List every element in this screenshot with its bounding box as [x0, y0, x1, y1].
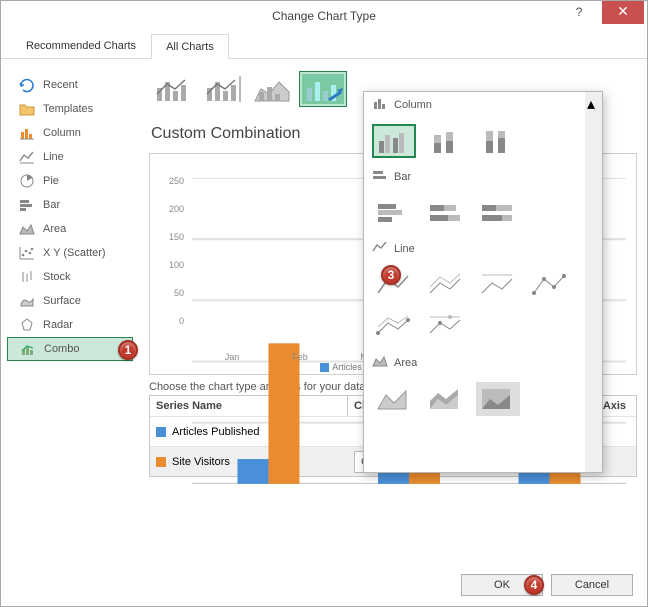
chart-type-100-stacked-line-markers[interactable] — [424, 310, 468, 344]
x-tick: Jan — [212, 352, 252, 362]
chart-type-stacked-area[interactable] — [424, 382, 468, 416]
combo-subtype-1[interactable] — [149, 71, 197, 107]
chart-type-line-markers[interactable] — [528, 268, 572, 302]
category-label: Bar — [394, 171, 411, 183]
chart-category-sidebar: Recent Templates Column Line Pie Bar — [1, 59, 139, 554]
sidebar-item-label: Bar — [43, 199, 60, 211]
y-tick: 150 — [160, 232, 184, 242]
y-tick: 0 — [160, 316, 184, 326]
chart-type-stacked-line-markers[interactable] — [372, 310, 416, 344]
bar-icon — [19, 197, 35, 213]
chart-type-100-stacked-area[interactable] — [476, 382, 520, 416]
dialog-footer: OK 4 Cancel — [461, 574, 633, 596]
cancel-button[interactable]: Cancel — [551, 574, 633, 596]
dropdown-category-area: Area — [364, 350, 602, 376]
annotation-badge-4: 4 — [524, 575, 544, 595]
dropdown-scrollbar[interactable]: ▴ — [585, 92, 602, 472]
chart-type-line[interactable]: 3 — [372, 268, 416, 302]
column-icon — [19, 125, 35, 141]
line-icon — [19, 149, 35, 165]
sidebar-item-label: Surface — [43, 295, 81, 307]
sidebar-item-label: Radar — [43, 319, 73, 331]
sidebar-item-label: Templates — [43, 103, 93, 115]
column-icon — [372, 96, 388, 113]
chart-type-clustered-column[interactable] — [372, 124, 416, 158]
sidebar-item-label: Combo — [44, 343, 79, 355]
combo-icon — [20, 341, 36, 357]
series-color-swatch — [156, 427, 166, 437]
bar-icon — [372, 168, 388, 185]
sidebar-item-area[interactable]: Area — [1, 217, 139, 241]
sidebar-item-templates[interactable]: Templates — [1, 97, 139, 121]
radar-icon — [19, 317, 35, 333]
dropdown-category-bar: Bar — [364, 164, 602, 190]
sidebar-item-bar[interactable]: Bar — [1, 193, 139, 217]
change-chart-type-dialog: Change Chart Type ? ✕ Recommended Charts… — [0, 0, 648, 607]
button-label: Cancel — [575, 579, 609, 591]
area-icon — [19, 221, 35, 237]
button-label: OK — [494, 579, 510, 591]
combo-subtype-custom[interactable] — [299, 71, 347, 107]
y-tick: 200 — [160, 204, 184, 214]
scroll-up-icon: ▴ — [587, 94, 600, 106]
tab-all-charts[interactable]: All Charts — [151, 34, 229, 59]
chart-type-100-stacked-column[interactable] — [476, 124, 520, 158]
chart-type-stacked-line[interactable] — [424, 268, 468, 302]
legend-swatch — [320, 363, 329, 372]
dropdown-category-column: Column — [364, 92, 602, 118]
sidebar-item-stock[interactable]: Stock — [1, 265, 139, 289]
dialog-title: Change Chart Type — [272, 9, 376, 23]
ok-button[interactable]: OK 4 — [461, 574, 543, 596]
sidebar-item-label: Stock — [43, 271, 71, 283]
folder-icon — [19, 101, 35, 117]
chart-type-100-stacked-line[interactable] — [476, 268, 520, 302]
sidebar-item-column[interactable]: Column — [1, 121, 139, 145]
scatter-icon — [19, 245, 35, 261]
y-tick: 50 — [160, 288, 184, 298]
titlebar: Change Chart Type ? ✕ — [1, 1, 647, 31]
close-button[interactable]: ✕ — [602, 1, 644, 24]
category-label: Area — [394, 357, 417, 369]
combo-subtype-2[interactable] — [199, 71, 247, 107]
sidebar-item-surface[interactable]: Surface — [1, 289, 139, 313]
chart-type-area[interactable] — [372, 382, 416, 416]
sidebar-item-line[interactable]: Line — [1, 145, 139, 169]
help-button[interactable]: ? — [559, 1, 599, 26]
sidebar-item-label: Area — [43, 223, 66, 235]
sidebar-item-label: X Y (Scatter) — [43, 247, 106, 259]
sidebar-item-label: Line — [43, 151, 64, 163]
y-tick: 250 — [160, 176, 184, 186]
chart-type-stacked-bar[interactable] — [424, 196, 468, 230]
dropdown-category-line: Line — [364, 236, 602, 262]
annotation-badge-3: 3 — [381, 265, 401, 285]
pie-icon — [19, 173, 35, 189]
sidebar-item-pie[interactable]: Pie — [1, 169, 139, 193]
sidebar-item-label: Pie — [43, 175, 59, 187]
surface-icon — [19, 293, 35, 309]
stock-icon — [19, 269, 35, 285]
chart-type-stacked-column[interactable] — [424, 124, 468, 158]
sidebar-item-scatter[interactable]: X Y (Scatter) — [1, 241, 139, 265]
chart-type-100-stacked-bar[interactable] — [476, 196, 520, 230]
chart-type-clustered-bar[interactable] — [372, 196, 416, 230]
tabs: Recommended Charts All Charts — [1, 31, 647, 59]
sidebar-item-label: Recent — [43, 79, 78, 91]
line-icon — [372, 240, 388, 257]
sidebar-item-label: Column — [43, 127, 81, 139]
combo-subtype-3[interactable] — [249, 71, 297, 107]
recent-icon — [19, 77, 35, 93]
x-tick: Feb — [280, 352, 320, 362]
y-tick: 100 — [160, 260, 184, 270]
category-label: Line — [394, 243, 415, 255]
area-icon — [372, 354, 388, 371]
tab-recommended-charts[interactable]: Recommended Charts — [11, 33, 151, 58]
chart-type-dropdown-panel: Column Bar Line 3 — [363, 91, 603, 473]
annotation-badge-1: 1 — [118, 340, 138, 360]
category-label: Column — [394, 99, 432, 111]
sidebar-item-recent[interactable]: Recent — [1, 73, 139, 97]
sidebar-item-combo[interactable]: Combo 1 — [7, 337, 133, 361]
sidebar-item-radar[interactable]: Radar — [1, 313, 139, 337]
series-color-swatch — [156, 457, 166, 467]
